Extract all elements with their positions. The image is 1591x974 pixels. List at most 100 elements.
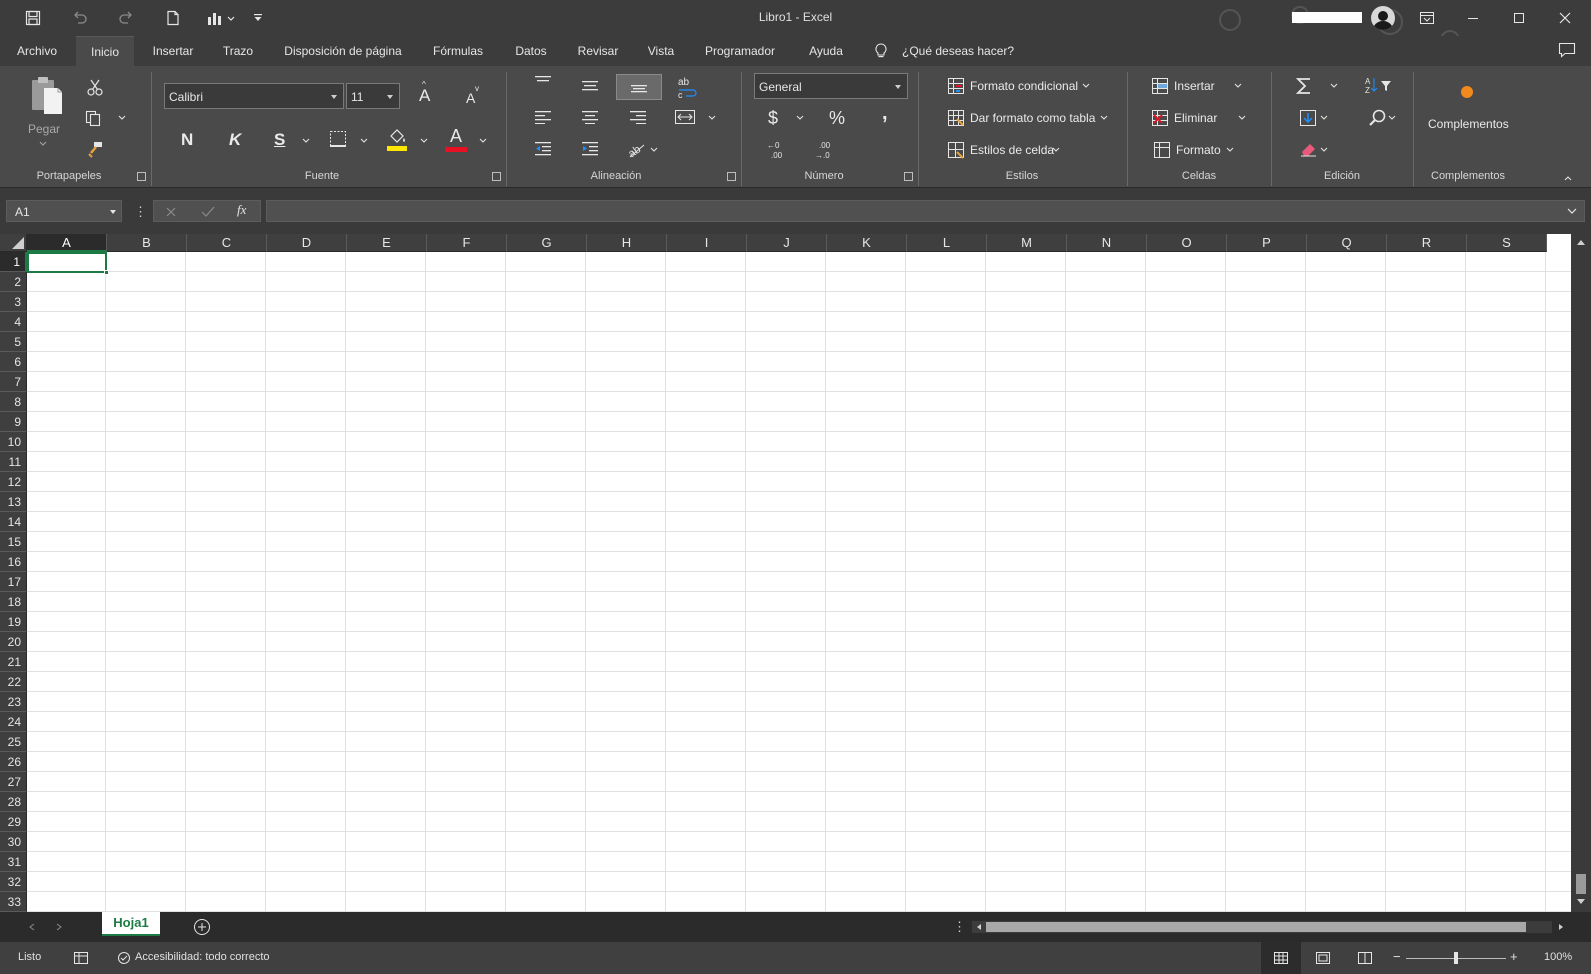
cells-area[interactable] [27, 252, 1571, 912]
align-left-icon[interactable] [532, 108, 554, 126]
scroll-up-icon[interactable] [1576, 238, 1586, 246]
column-header[interactable]: H [587, 234, 667, 252]
ribbon-display-options-icon[interactable] [1404, 0, 1450, 36]
comments-icon[interactable] [1558, 42, 1576, 58]
add-sheet-icon[interactable] [193, 918, 211, 936]
zoom-level[interactable]: 100% [1544, 951, 1572, 963]
column-header[interactable]: E [347, 234, 427, 252]
column-header[interactable]: R [1387, 234, 1467, 252]
confirm-entry-icon[interactable] [201, 206, 215, 218]
increase-font-icon[interactable]: A [419, 86, 430, 106]
row-header[interactable]: 17 [0, 572, 27, 592]
format-cells-dropdown-icon[interactable] [1226, 146, 1234, 154]
align-right-icon[interactable] [627, 108, 649, 126]
page-break-view-icon[interactable] [1345, 942, 1385, 974]
row-header[interactable]: 8 [0, 392, 27, 412]
align-bottom-icon[interactable] [616, 74, 662, 100]
column-header[interactable]: O [1147, 234, 1227, 252]
name-box[interactable]: A1 [6, 200, 122, 222]
column-header[interactable]: L [907, 234, 987, 252]
column-header[interactable]: I [667, 234, 747, 252]
expand-formula-bar-icon[interactable] [1567, 207, 1577, 215]
find-select-icon[interactable] [1366, 106, 1390, 130]
tab-programador[interactable]: Programador [694, 36, 786, 66]
bold-button[interactable]: N [181, 130, 193, 150]
row-header[interactable]: 18 [0, 592, 27, 612]
format-as-table-button[interactable]: Dar formato como tabla [970, 111, 1095, 125]
horizontal-scroll-thumb[interactable] [986, 922, 1526, 932]
conditional-format-button[interactable]: Formato condicional [970, 79, 1078, 93]
merge-dropdown-icon[interactable] [708, 114, 716, 122]
vertical-scroll-thumb[interactable] [1576, 874, 1586, 894]
increase-indent-icon[interactable] [579, 139, 601, 159]
tab-trazo[interactable]: Trazo [212, 36, 264, 66]
scroll-down-icon[interactable] [1576, 898, 1586, 906]
formula-bar-handle-icon[interactable]: ⋮ [134, 204, 147, 220]
column-header[interactable]: C [187, 234, 267, 252]
minimize-icon[interactable] [1450, 0, 1496, 36]
column-header[interactable]: B [107, 234, 187, 252]
tab-archivo[interactable]: Archivo [8, 36, 66, 66]
currency-button[interactable]: $ [768, 108, 778, 129]
tab-ayuda[interactable]: Ayuda [796, 36, 856, 66]
format-as-table-dropdown-icon[interactable] [1100, 114, 1108, 122]
delete-cells-icon[interactable] [1150, 108, 1170, 128]
autosum-icon[interactable] [1292, 74, 1316, 98]
underline-dropdown-icon[interactable] [302, 137, 310, 145]
maximize-icon[interactable] [1496, 0, 1542, 36]
row-header[interactable]: 29 [0, 812, 27, 832]
zoom-slider-thumb[interactable] [1454, 952, 1458, 964]
tab-formulas[interactable]: Fórmulas [424, 36, 492, 66]
orientation-dropdown-icon[interactable] [650, 146, 658, 154]
fill-dropdown-icon[interactable] [1320, 114, 1328, 122]
number-launcher-icon[interactable] [904, 172, 913, 181]
zoom-out-icon[interactable]: − [1393, 949, 1401, 964]
increase-decimal-icon[interactable]: ←0.00 [766, 140, 790, 160]
row-header[interactable]: 21 [0, 652, 27, 672]
accessibility-status[interactable]: Accesibilidad: todo correcto [135, 951, 270, 963]
borders-icon[interactable] [327, 128, 349, 150]
page-layout-view-icon[interactable] [1303, 942, 1343, 974]
align-middle-icon[interactable] [579, 77, 601, 95]
addins-button[interactable]: Complementos [1428, 117, 1509, 131]
zoom-in-icon[interactable]: + [1510, 949, 1518, 964]
macro-record-icon[interactable] [74, 952, 88, 964]
font-size-select[interactable]: 11 [346, 83, 400, 109]
paste-dropdown-icon[interactable] [39, 140, 47, 148]
clipboard-launcher-icon[interactable] [137, 172, 146, 181]
column-header[interactable]: F [427, 234, 507, 252]
column-header[interactable]: P [1227, 234, 1307, 252]
format-painter-icon[interactable] [84, 138, 106, 160]
row-header[interactable]: 19 [0, 612, 27, 632]
column-header[interactable]: M [987, 234, 1067, 252]
find-select-dropdown-icon[interactable] [1388, 114, 1396, 122]
row-header[interactable]: 7 [0, 372, 27, 392]
fill-handle[interactable] [104, 270, 109, 275]
name-box-dropdown-icon[interactable] [109, 209, 117, 215]
tab-split-handle-icon[interactable]: ⋮ [953, 919, 966, 935]
row-header[interactable]: 27 [0, 772, 27, 792]
worksheet-grid[interactable]: ABCDEFGHIJKLMNOPQRS 1 2 3 4 5 6 7 8 9 10 11 12 13 14 1… [0, 234, 1571, 912]
tell-me-search[interactable]: ¿Qué deseas hacer? [902, 36, 1014, 66]
percent-button[interactable]: % [829, 108, 845, 129]
row-header[interactable]: 28 [0, 792, 27, 812]
formula-input[interactable] [266, 200, 1585, 222]
row-header[interactable]: 12 [0, 472, 27, 492]
insert-function-icon[interactable]: fx [237, 202, 246, 218]
cancel-entry-icon[interactable] [165, 206, 177, 218]
vertical-scrollbar[interactable] [1571, 234, 1591, 912]
row-header[interactable]: 30 [0, 832, 27, 852]
cell-styles-button[interactable]: Estilos de celda [970, 143, 1054, 157]
font-launcher-icon[interactable] [492, 172, 501, 181]
conditional-format-icon[interactable] [946, 76, 966, 96]
row-header[interactable]: 9 [0, 412, 27, 432]
delete-cells-button[interactable]: Eliminar [1174, 111, 1217, 125]
row-header[interactable]: 5 [0, 332, 27, 352]
copy-icon[interactable] [82, 107, 104, 129]
sort-filter-icon[interactable]: AZ [1364, 74, 1394, 96]
collapse-ribbon-icon[interactable] [1564, 174, 1572, 182]
row-header[interactable]: 14 [0, 512, 27, 532]
row-header[interactable]: 24 [0, 712, 27, 732]
column-header[interactable]: S [1467, 234, 1547, 252]
scroll-left-icon[interactable] [975, 923, 983, 931]
